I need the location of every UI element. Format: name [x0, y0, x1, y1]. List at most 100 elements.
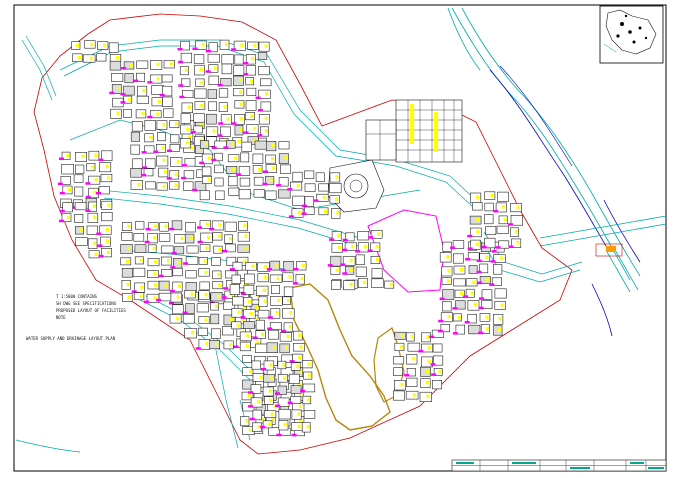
unit-tag: [162, 122, 166, 127]
unit-tag: [375, 245, 379, 249]
unit-tag: [485, 326, 489, 331]
building-block: [121, 232, 133, 241]
building-block: [150, 60, 163, 70]
pipe-marker: [192, 188, 198, 192]
unit-tag: [93, 241, 97, 245]
pipe-marker: [342, 248, 348, 252]
building-block: [108, 42, 119, 53]
building-block: [169, 314, 182, 324]
building-block: [197, 327, 208, 336]
building-block: [492, 264, 503, 275]
pipe-marker: [493, 209, 499, 213]
unit-tag: [164, 283, 168, 287]
building-block: [151, 85, 164, 95]
building-block: [206, 126, 219, 137]
unit-tag: [297, 412, 300, 416]
unit-tag: [296, 184, 300, 188]
building-block: [371, 268, 383, 279]
pipe-marker: [355, 250, 361, 253]
building-block: [184, 328, 197, 339]
unit-tag: [472, 280, 476, 284]
building-block: [158, 280, 170, 291]
unit-tag: [157, 99, 161, 104]
unit-tag: [178, 284, 181, 288]
pipe-marker: [252, 336, 258, 340]
building-block: [258, 66, 270, 76]
building-block: [441, 266, 453, 277]
unit-tag: [447, 314, 451, 319]
unit-tag: [250, 114, 254, 118]
unit-tag: [215, 342, 219, 346]
building-block: [242, 355, 252, 363]
building-block: [214, 164, 224, 174]
unit-tag: [103, 43, 107, 48]
unit-tag: [335, 268, 339, 272]
unit-tag: [215, 304, 218, 309]
building-block: [186, 245, 199, 254]
unit-tag: [427, 359, 431, 363]
building-block: [101, 200, 113, 210]
pipe-marker: [495, 246, 501, 249]
unit-tag: [485, 255, 489, 259]
pipe-marker: [438, 319, 444, 323]
unit-tag: [308, 373, 312, 378]
unit-tag: [447, 269, 451, 273]
pipe-marker: [223, 146, 229, 149]
building-block: [130, 180, 143, 190]
pipe-marker: [329, 238, 335, 241]
building-block: [442, 301, 452, 312]
unit-tag: [218, 283, 222, 287]
unit-tag: [126, 259, 130, 264]
building-block: [209, 340, 220, 350]
unit-tag: [259, 375, 263, 380]
pipe-marker: [467, 234, 473, 238]
unit-tag: [139, 258, 143, 263]
unit-tag: [116, 111, 120, 115]
building-block: [75, 152, 88, 162]
unit-tag: [249, 369, 253, 374]
building-block: [120, 244, 133, 254]
unit-tag: [276, 276, 280, 281]
building-block: [134, 244, 147, 253]
unit-tag: [288, 311, 292, 315]
building-block: [237, 244, 251, 253]
pipe-marker: [478, 306, 484, 310]
pipe-marker: [479, 297, 484, 300]
unit-tag: [349, 258, 353, 263]
note-spec: SH DWG SEE SPECIFICATIONS: [56, 301, 117, 306]
building-block: [331, 243, 343, 253]
unit-tag: [270, 178, 274, 183]
building-block: [172, 267, 183, 277]
building-block: [185, 270, 197, 279]
pipe-marker: [156, 298, 162, 302]
unit-tag: [156, 77, 160, 81]
unit-tag: [174, 122, 178, 126]
pipe-marker: [287, 188, 293, 191]
unit-tag: [264, 129, 268, 133]
building-block: [228, 187, 240, 196]
unit-tag: [268, 389, 272, 393]
unit-tag: [324, 209, 327, 213]
pipe-marker: [267, 327, 273, 330]
unit-tag: [187, 105, 191, 109]
pipe-marker: [489, 283, 495, 286]
building-block: [293, 342, 305, 352]
unit-tag: [253, 43, 257, 48]
unit-tag: [167, 259, 170, 263]
unit-tag: [105, 228, 109, 232]
unit-tag: [301, 263, 305, 268]
unit-tag: [127, 246, 131, 251]
pipe-marker: [197, 240, 203, 244]
pipe-marker: [275, 392, 280, 395]
building-block: [290, 385, 302, 394]
building-block: [207, 53, 220, 63]
unit-tag: [514, 230, 518, 234]
building-block: [133, 233, 145, 242]
unit-tag: [261, 332, 265, 337]
building-block: [257, 51, 268, 60]
building-block: [282, 308, 295, 319]
building-block: [465, 278, 478, 287]
building-block: [266, 342, 278, 353]
pipe-marker: [262, 182, 268, 186]
building-block: [74, 186, 84, 197]
